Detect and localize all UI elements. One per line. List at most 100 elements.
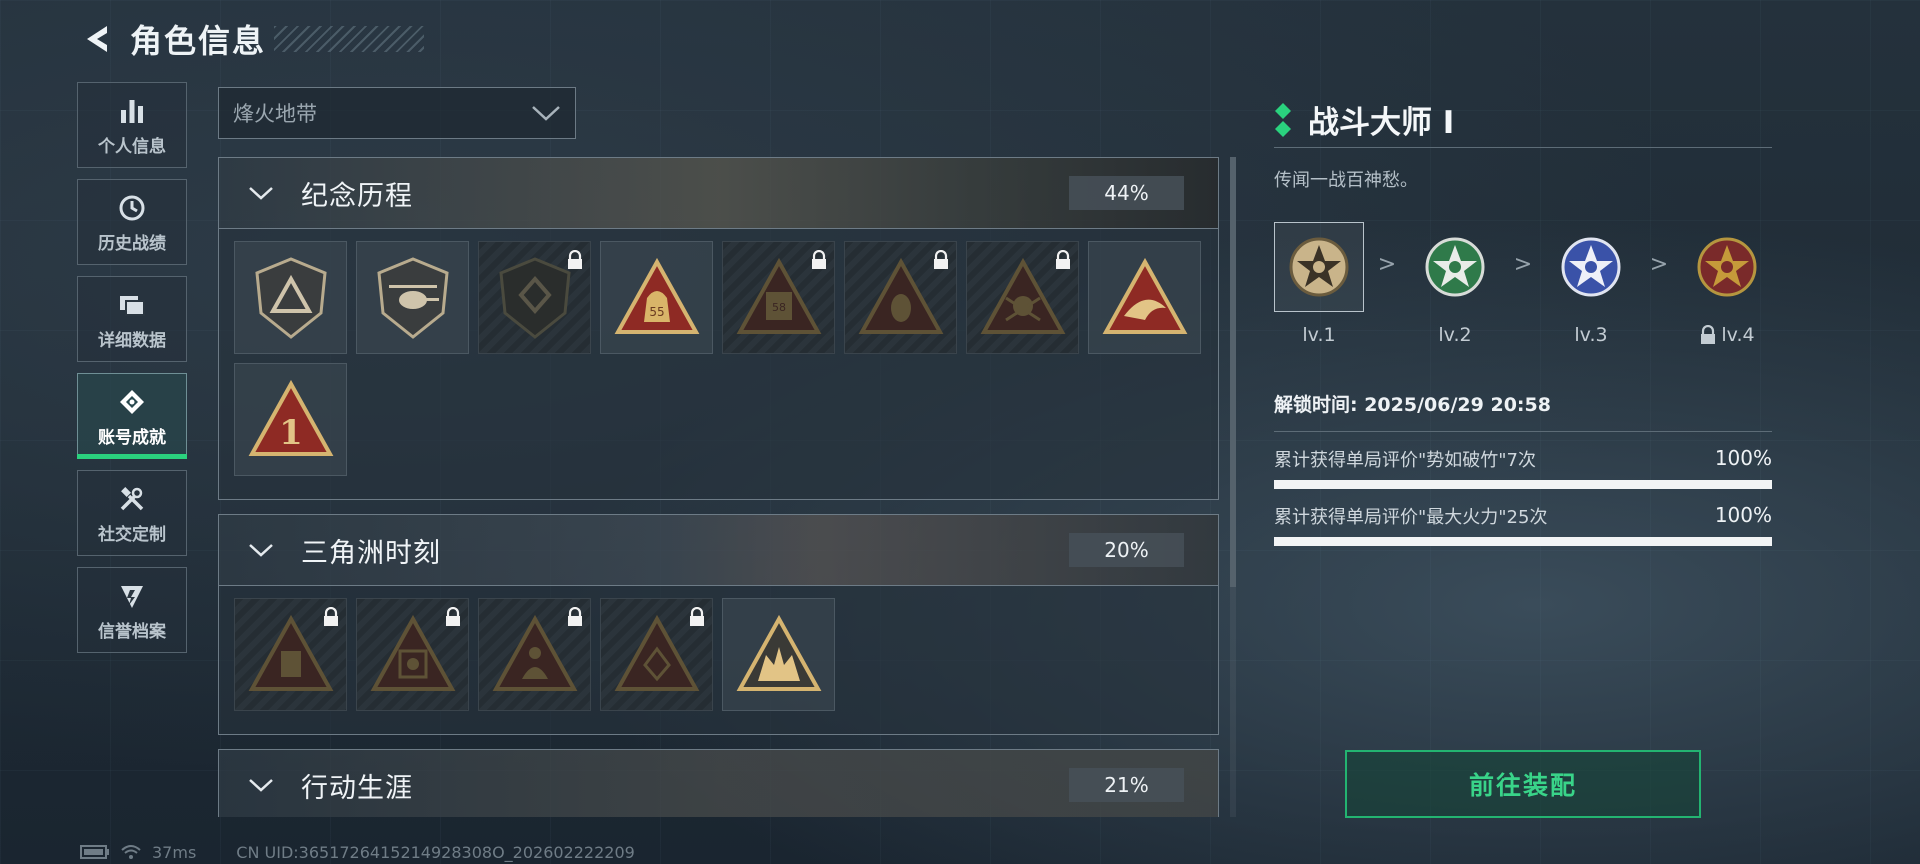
- mode-select[interactable]: 烽火地带: [218, 87, 576, 139]
- achievement-badge-locked[interactable]: [478, 241, 591, 354]
- requirement-list: 累计获得单局评价"势如破竹"7次 100% 累计获得单局评价"最大火力"25次 …: [1274, 446, 1772, 546]
- sidebar-item-detail-data[interactable]: 详细数据: [77, 276, 187, 362]
- requirement-progress-bar: [1274, 537, 1772, 546]
- section-header[interactable]: 行动生涯 21%: [219, 750, 1218, 817]
- achievement-badge[interactable]: [1088, 241, 1201, 354]
- level-medal-3[interactable]: lv.3: [1546, 222, 1636, 346]
- level-label: lv.4: [1721, 324, 1755, 346]
- level-medal-4[interactable]: lv.4: [1682, 222, 1772, 346]
- achievement-badge-locked[interactable]: [600, 598, 713, 711]
- title-decoration: [274, 26, 425, 52]
- progress-fill: [1274, 537, 1772, 546]
- battery-icon: [80, 845, 109, 859]
- mode-select-value: 烽火地带: [233, 102, 317, 126]
- badge-number: 1: [279, 413, 303, 453]
- chevron-down-icon: [241, 765, 281, 805]
- history-clock-icon: [115, 191, 149, 225]
- list-scrollbar[interactable]: [1230, 157, 1236, 817]
- achievement-badge-locked[interactable]: [356, 598, 469, 711]
- reputation-icon: [115, 579, 149, 613]
- badge-grid: 55 58 1: [219, 228, 1218, 499]
- page-header: 角色信息: [78, 16, 425, 62]
- section-header[interactable]: 纪念历程 44%: [219, 158, 1218, 228]
- triangle-badge-icon: [736, 614, 821, 691]
- requirement-percent: 100%: [1714, 503, 1772, 527]
- achievement-section: 行动生涯 21%: [218, 749, 1219, 817]
- achievement-badge[interactable]: [356, 241, 469, 354]
- section-title: 三角洲时刻: [301, 537, 441, 569]
- sidebar-item-label: 历史战绩: [98, 233, 166, 254]
- detail-header: 战斗大师 I: [1274, 96, 1772, 148]
- achievement-list[interactable]: 纪念历程 44% 55 58 1 三角洲时刻 20% 行动生涯 21%: [218, 157, 1219, 817]
- folders-icon: [115, 288, 149, 322]
- scrollbar-thumb[interactable]: [1230, 157, 1236, 587]
- achievement-badge-locked[interactable]: [844, 241, 957, 354]
- ping-value: 37ms: [152, 842, 197, 862]
- triangle-badge-icon: [248, 614, 333, 691]
- requirement-percent: 100%: [1714, 446, 1772, 470]
- sidebar-item-social[interactable]: 社交定制: [77, 470, 187, 556]
- triangle-badge-icon: 55: [614, 257, 699, 334]
- level-label: lv.3: [1574, 324, 1608, 346]
- achievement-badge-locked[interactable]: 58: [722, 241, 835, 354]
- wifi-icon: [121, 845, 141, 859]
- bar-chart-icon: [115, 94, 149, 128]
- requirement-progress-bar: [1274, 480, 1772, 489]
- achievement-badge[interactable]: [722, 598, 835, 711]
- sidebar-item-history[interactable]: 历史战绩: [77, 179, 187, 265]
- sidebar-item-reputation[interactable]: 信誉档案: [77, 567, 187, 653]
- achievement-badge-locked[interactable]: [234, 598, 347, 711]
- section-progress: 44%: [1069, 176, 1184, 210]
- sidebar-item-label: 社交定制: [98, 524, 166, 545]
- triangle-badge-icon: [858, 257, 943, 334]
- tools-icon: [115, 482, 149, 516]
- star-medal-icon: [1561, 237, 1621, 297]
- triangle-badge-icon: 58: [736, 257, 821, 334]
- achievement-badge-locked[interactable]: [966, 241, 1079, 354]
- triangle-badge-icon: [980, 257, 1065, 334]
- triangle-badge-icon: [492, 614, 577, 691]
- requirement-text: 累计获得单局评价"最大火力"25次: [1274, 507, 1548, 528]
- level-arrow: >: [1649, 252, 1669, 277]
- requirement-text: 累计获得单局评价"势如破竹"7次: [1274, 450, 1537, 471]
- section-header[interactable]: 三角洲时刻 20%: [219, 515, 1218, 585]
- user-uid: CN UID:3651726415214928308O_202602222209: [236, 842, 635, 862]
- back-button[interactable]: [78, 19, 118, 59]
- achievement-icon: [115, 385, 149, 419]
- level-arrow: >: [1513, 252, 1533, 277]
- sidebar-item-personal-info[interactable]: 个人信息: [77, 82, 187, 168]
- achievement-badge[interactable]: 55: [600, 241, 713, 354]
- section-progress: 21%: [1069, 768, 1184, 802]
- requirement-row: 累计获得单局评价"势如破竹"7次 100%: [1274, 446, 1772, 472]
- lock-icon: [1056, 250, 1070, 269]
- triangle-badge-icon: [614, 614, 699, 691]
- star-medal-icon: [1289, 237, 1349, 297]
- achievement-section: 三角洲时刻 20%: [218, 514, 1219, 735]
- section-title: 纪念历程: [301, 180, 413, 212]
- sidebar-item-achievements[interactable]: 账号成就: [77, 373, 187, 459]
- lock-icon: [690, 607, 704, 626]
- achievement-badge[interactable]: [234, 241, 347, 354]
- star-medal-icon: [1697, 237, 1757, 297]
- chevron-down-icon: [532, 106, 560, 121]
- sidebar-item-label: 信誉档案: [98, 621, 166, 642]
- lock-icon: [568, 250, 582, 269]
- diamond-marker-icon: [1275, 102, 1291, 137]
- level-medal-2[interactable]: lv.2: [1410, 222, 1500, 346]
- badge-grid: [219, 585, 1218, 734]
- go-equip-button[interactable]: 前往装配: [1345, 750, 1701, 818]
- achievement-badge-locked[interactable]: [478, 598, 591, 711]
- lock-icon: [568, 607, 582, 626]
- level-arrow: >: [1377, 252, 1397, 277]
- go-equip-label: 前往装配: [1468, 771, 1577, 800]
- level-label: lv.2: [1438, 324, 1472, 346]
- lock-icon: [934, 250, 948, 269]
- achievement-badge[interactable]: 1: [234, 363, 347, 476]
- achievement-detail-panel: 战斗大师 I 传闻一战百神愁。 lv.1 > lv.2 > lv.3 > lv.…: [1274, 96, 1772, 560]
- shield-badge-icon: [498, 256, 571, 339]
- sidebar-nav: 个人信息 历史战绩 详细数据 账号成就 社交定制 信誉档案: [77, 82, 187, 664]
- lock-icon: [324, 607, 338, 626]
- triangle-badge-icon: 1: [248, 379, 333, 456]
- level-progression: lv.1 > lv.2 > lv.3 > lv.4: [1274, 222, 1772, 362]
- level-medal-1[interactable]: lv.1: [1274, 222, 1364, 346]
